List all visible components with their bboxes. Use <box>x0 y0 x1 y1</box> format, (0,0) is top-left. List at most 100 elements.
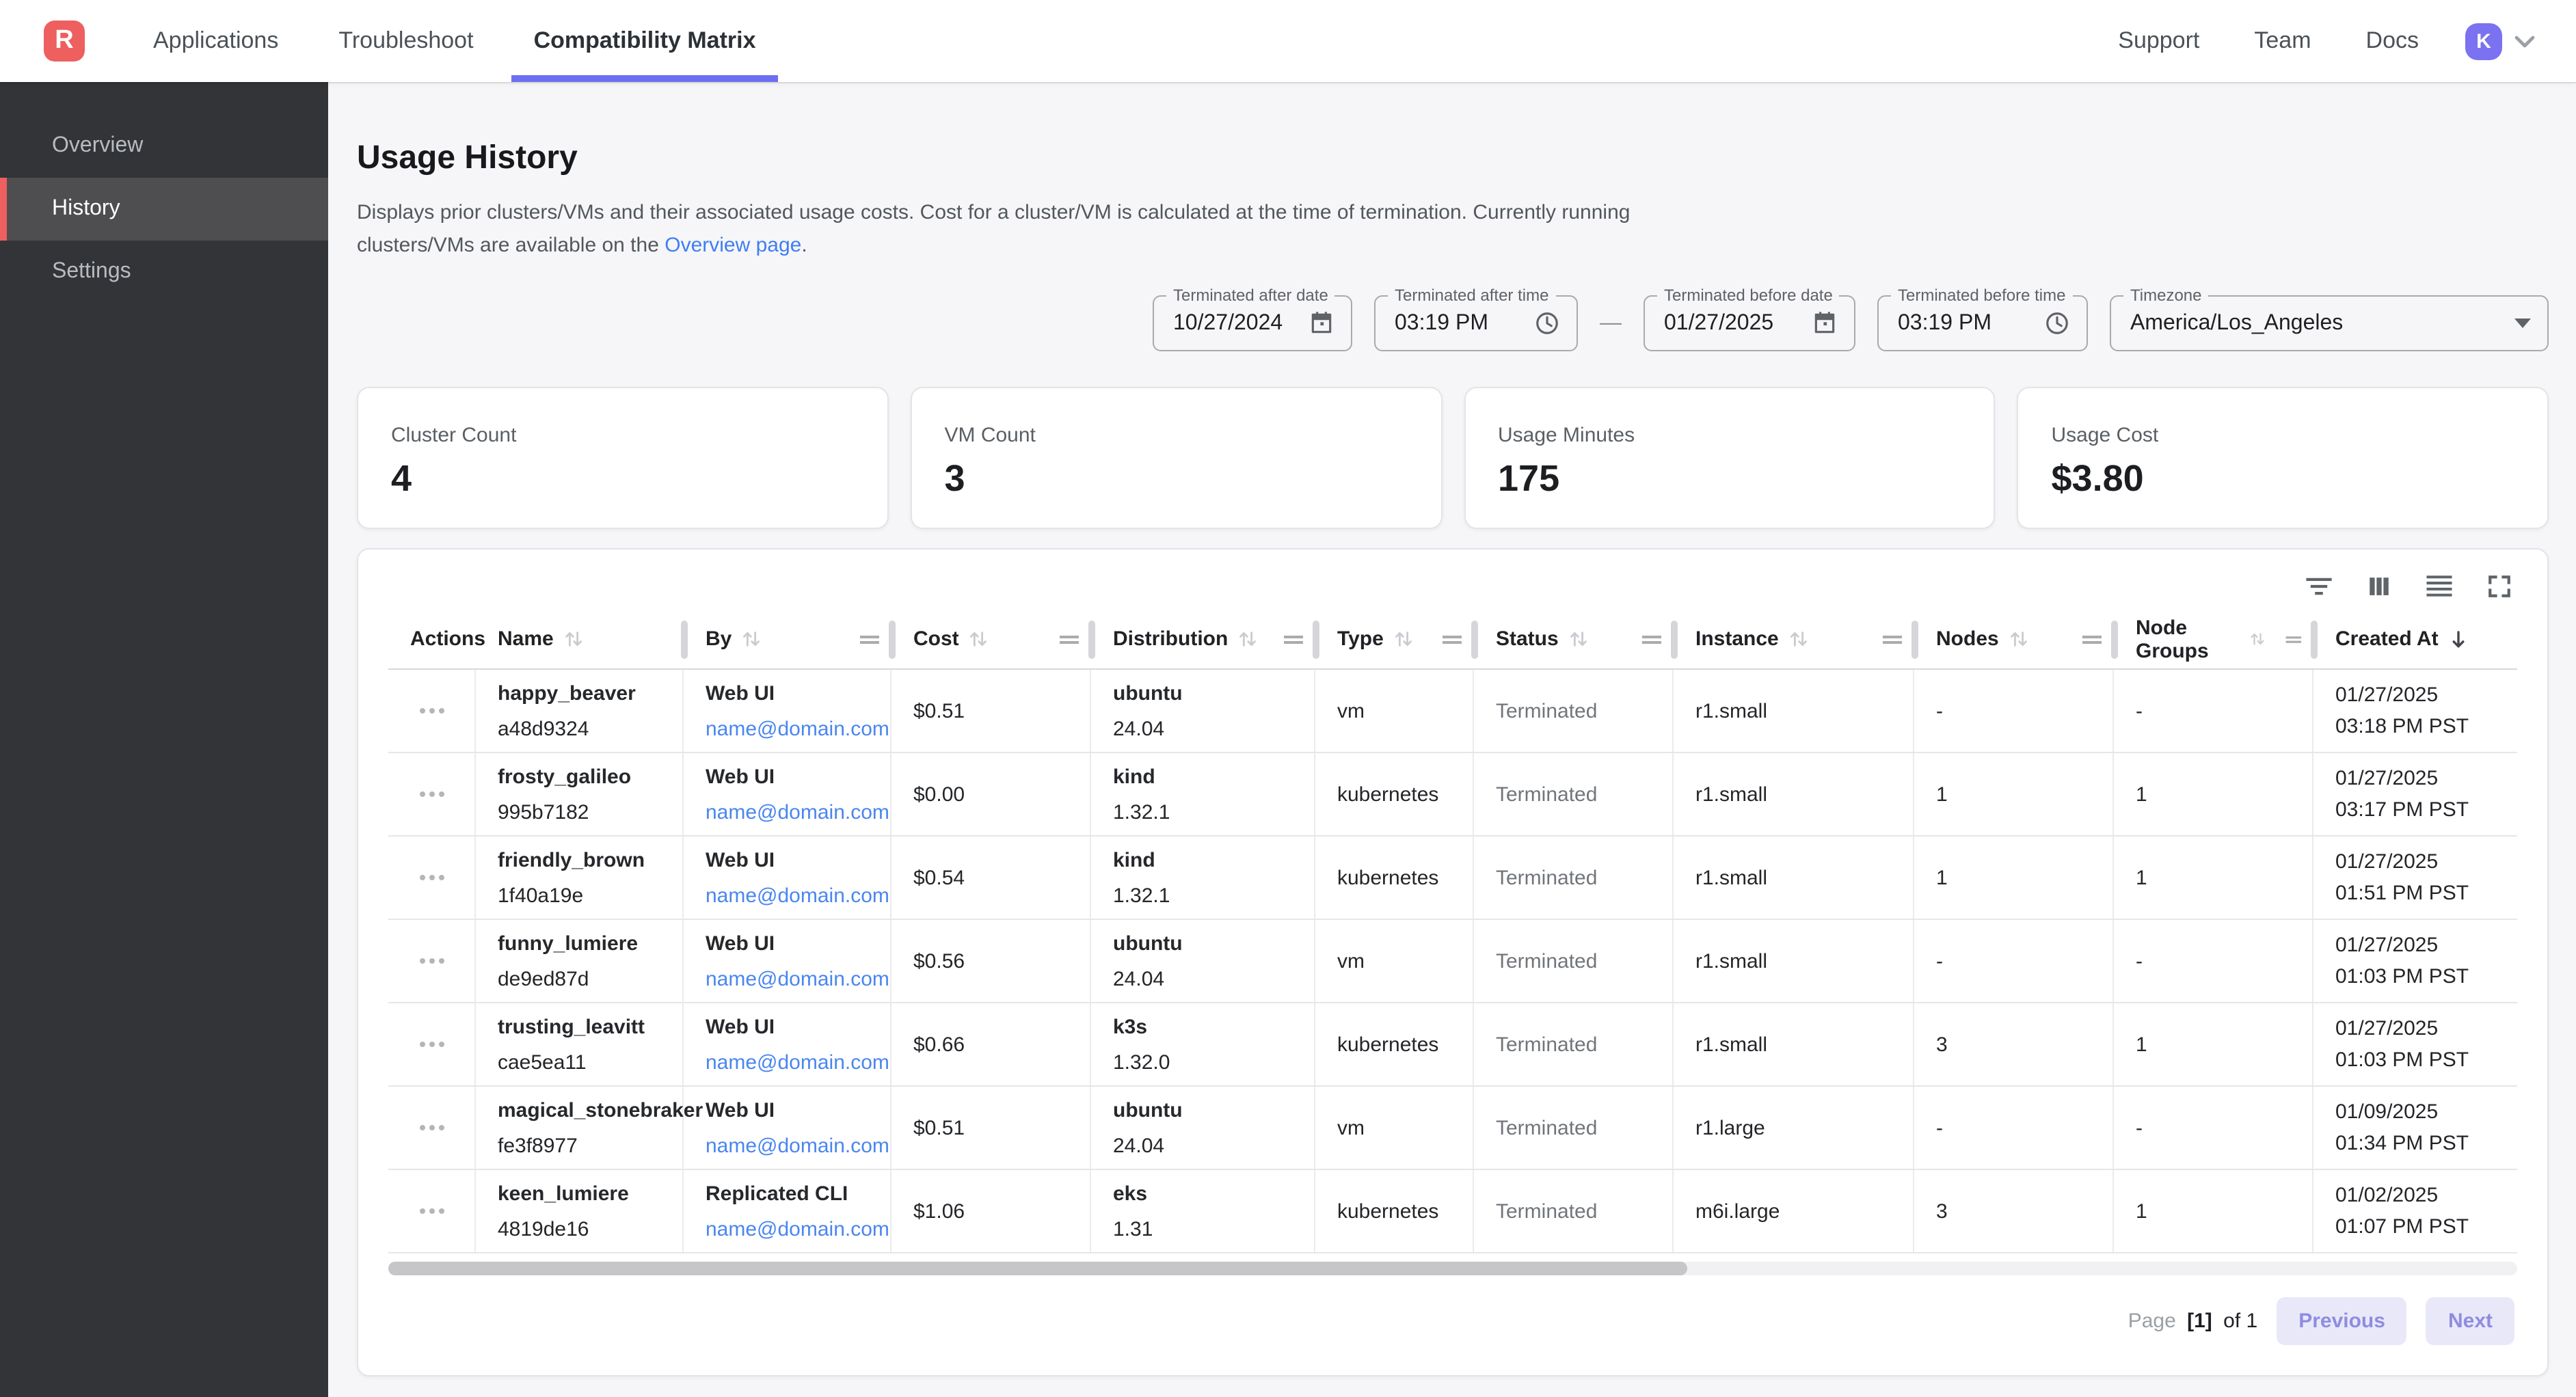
timezone-select[interactable]: Timezone America/Los_Angeles <box>2110 295 2549 351</box>
row-nodes-cell: - <box>1914 920 2114 1002</box>
column-header-cost[interactable]: Cost <box>891 610 1091 668</box>
row-nodes-cell: 3 <box>1914 1170 2114 1252</box>
sidebar-item-settings[interactable]: Settings <box>0 241 328 303</box>
row-name-cell: funny_lumiere de9ed87d <box>476 920 684 1002</box>
terminated-after-date-field[interactable]: Terminated after date 10/27/2024 <box>1153 295 1352 351</box>
created-time: 01:51 PM PST <box>2335 882 2506 905</box>
column-header-name[interactable]: Name <box>476 610 684 668</box>
created-by-email-link[interactable]: name@domain.com <box>706 1050 876 1074</box>
next-page-button[interactable]: Next <box>2426 1297 2514 1345</box>
created-by-email-link[interactable]: name@domain.com <box>706 1134 876 1157</box>
column-header-created-at[interactable]: Created At <box>2313 610 2520 668</box>
created-by-email-link[interactable]: name@domain.com <box>706 800 876 824</box>
row-actions-button[interactable] <box>411 700 452 722</box>
sort-icon[interactable] <box>2009 629 2029 649</box>
user-menu[interactable]: K <box>2465 23 2535 59</box>
drag-handle-icon[interactable] <box>1283 632 1304 646</box>
row-nodes-cell: 3 <box>1914 1003 2114 1085</box>
nav-link-docs[interactable]: Docs <box>2339 27 2446 55</box>
column-header-distribution[interactable]: Distribution <box>1091 610 1315 668</box>
row-actions-button[interactable] <box>411 867 452 889</box>
drag-handle-icon[interactable] <box>1441 632 1463 646</box>
cluster-id: a48d9324 <box>498 717 669 740</box>
cost-value: $0.51 <box>913 1116 1076 1139</box>
secondary-nav: Support Team Docs K <box>2091 0 2576 82</box>
drag-handle-icon[interactable] <box>1641 632 1663 646</box>
drag-handle-icon[interactable] <box>2285 632 2303 646</box>
cluster-id: 1f40a19e <box>498 884 669 907</box>
filter-list-icon[interactable] <box>2304 571 2334 601</box>
created-by-source: Web UI <box>706 848 876 871</box>
overview-page-link[interactable]: Overview page <box>665 234 801 257</box>
terminated-after-time-field[interactable]: Terminated after time 03:19 PM <box>1374 295 1578 351</box>
calendar-icon[interactable] <box>1812 310 1838 336</box>
terminated-before-time-field[interactable]: Terminated before time 03:19 PM <box>1877 295 2088 351</box>
instance-type: r1.small <box>1695 699 1899 722</box>
sort-icon[interactable] <box>741 629 762 649</box>
row-instance-cell: m6i.large <box>1674 1170 1914 1252</box>
sort-icon[interactable] <box>1788 629 1809 649</box>
terminated-before-date-field[interactable]: Terminated before date 01/27/2025 <box>1643 295 1855 351</box>
horizontal-scrollbar[interactable] <box>388 1262 2517 1275</box>
created-by-email-link[interactable]: name@domain.com <box>706 717 876 740</box>
row-status-cell: Terminated <box>1474 1170 1674 1252</box>
replicated-logo[interactable]: R <box>44 21 85 62</box>
terminated-after-time-label: Terminated after time <box>1388 286 1555 305</box>
fullscreen-icon[interactable] <box>2484 571 2514 601</box>
terminated-before-time-value[interactable]: 03:19 PM <box>1898 311 2030 336</box>
previous-page-button[interactable]: Previous <box>2277 1297 2407 1345</box>
column-header-type[interactable]: Type <box>1315 610 1474 668</box>
nodes-count: 1 <box>1936 783 2099 806</box>
sort-icon[interactable] <box>1237 629 1258 649</box>
clock-icon[interactable] <box>1534 310 1560 336</box>
sidebar-item-overview[interactable]: Overview <box>0 115 328 178</box>
density-icon[interactable] <box>2424 571 2454 601</box>
row-actions-button[interactable] <box>411 783 452 805</box>
drag-handle-icon[interactable] <box>1058 632 1080 646</box>
row-actions-button[interactable] <box>411 1033 452 1055</box>
sort-icon[interactable] <box>1568 629 1589 649</box>
row-actions-button[interactable] <box>411 1117 452 1139</box>
row-status-cell: Terminated <box>1474 920 1674 1002</box>
row-node-groups-cell: 1 <box>2114 837 2313 919</box>
drag-handle-icon[interactable] <box>1881 632 1903 646</box>
created-by-email-link[interactable]: name@domain.com <box>706 884 876 907</box>
terminated-after-date-value[interactable]: 10/27/2024 <box>1173 311 1295 336</box>
timezone-value[interactable]: America/Los_Angeles <box>2130 311 2501 336</box>
sort-icon[interactable] <box>2249 629 2266 649</box>
nav-link-team[interactable]: Team <box>2227 27 2338 55</box>
row-instance-cell: r1.small <box>1674 753 1914 835</box>
nodes-count: 3 <box>1936 1199 2099 1223</box>
clock-icon[interactable] <box>2044 310 2070 336</box>
user-avatar[interactable]: K <box>2465 23 2502 59</box>
column-header-by[interactable]: By <box>684 610 891 668</box>
nav-link-support[interactable]: Support <box>2091 27 2227 55</box>
calendar-icon[interactable] <box>1309 310 1334 336</box>
row-actions-button[interactable] <box>411 1200 452 1222</box>
sort-icon[interactable] <box>1393 629 1414 649</box>
nav-tab-compatibility-matrix[interactable]: Compatibility Matrix <box>504 0 786 82</box>
column-header-status[interactable]: Status <box>1474 610 1674 668</box>
sort-icon[interactable] <box>563 629 584 649</box>
terminated-before-date-value[interactable]: 01/27/2025 <box>1664 311 1798 336</box>
sort-desc-icon[interactable] <box>2448 628 2470 650</box>
nav-tab-applications[interactable]: Applications <box>123 0 308 82</box>
created-by-source: Web UI <box>706 1015 876 1038</box>
drag-handle-icon[interactable] <box>2081 632 2103 646</box>
column-header-instance[interactable]: Instance <box>1674 610 1914 668</box>
row-actions-button[interactable] <box>411 950 452 972</box>
nav-tab-troubleshoot[interactable]: Troubleshoot <box>308 0 503 82</box>
drag-handle-icon[interactable] <box>859 632 881 646</box>
sort-icon[interactable] <box>969 629 989 649</box>
dropdown-caret-icon[interactable] <box>2514 318 2531 328</box>
show-columns-icon[interactable] <box>2364 571 2394 601</box>
scrollbar-thumb[interactable] <box>388 1262 1687 1275</box>
created-by-email-link[interactable]: name@domain.com <box>706 1217 876 1240</box>
terminated-after-time-value[interactable]: 03:19 PM <box>1395 311 1520 336</box>
created-by-email-link[interactable]: name@domain.com <box>706 967 876 990</box>
distribution-name: ubuntu <box>1113 681 1300 705</box>
column-header-nodes[interactable]: Nodes <box>1914 610 2114 668</box>
sidebar-item-history[interactable]: History <box>0 178 328 241</box>
column-header-node-groups[interactable]: Node Groups <box>2114 610 2313 668</box>
row-created-at-cell: 01/27/2025 01:03 PM PST <box>2313 1003 2520 1085</box>
